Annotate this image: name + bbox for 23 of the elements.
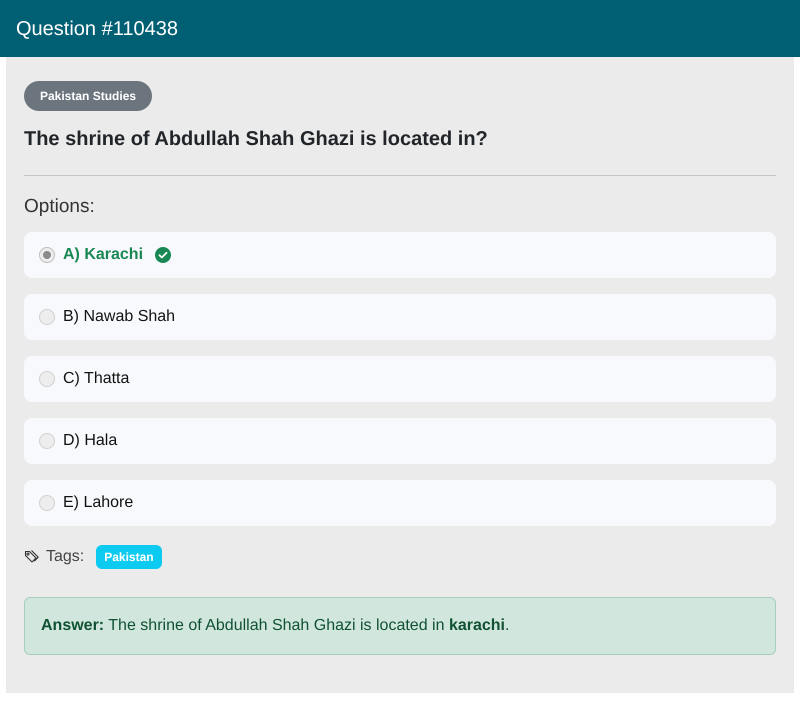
question-text: The shrine of Abdullah Shah Ghazi is located in? — [24, 127, 489, 152]
option-label: E) Lahore — [63, 493, 134, 513]
tags-label: Tags: — [46, 547, 84, 567]
tag-icon — [24, 549, 40, 565]
category-badge: Pakistan Studies — [24, 81, 152, 111]
option-label: C) Thatta — [63, 369, 130, 389]
option-label: D) Hala — [63, 431, 118, 451]
radio-button[interactable] — [39, 433, 55, 449]
options-label: Options: — [24, 195, 96, 219]
option-item[interactable]: A) Karachi — [24, 232, 776, 278]
radio-button[interactable] — [39, 495, 55, 511]
option-item[interactable]: E) Lahore — [24, 480, 776, 526]
option-label: A) Karachi — [63, 245, 144, 265]
option-item[interactable]: B) Nawab Shah — [24, 294, 776, 340]
option-item[interactable]: D) Hala — [24, 418, 776, 464]
question-number-title: Question #110438 — [16, 16, 178, 42]
option-label: B) Nawab Shah — [63, 307, 176, 327]
check-circle-icon — [155, 247, 172, 263]
radio-button[interactable] — [39, 371, 55, 387]
answer-text: Answer: The shrine of Abdullah Shah Ghazi is located in karachi. — [41, 616, 510, 636]
radio-button[interactable] — [39, 309, 55, 325]
radio-button[interactable] — [39, 247, 55, 263]
option-item[interactable]: C) Thatta — [24, 356, 776, 402]
